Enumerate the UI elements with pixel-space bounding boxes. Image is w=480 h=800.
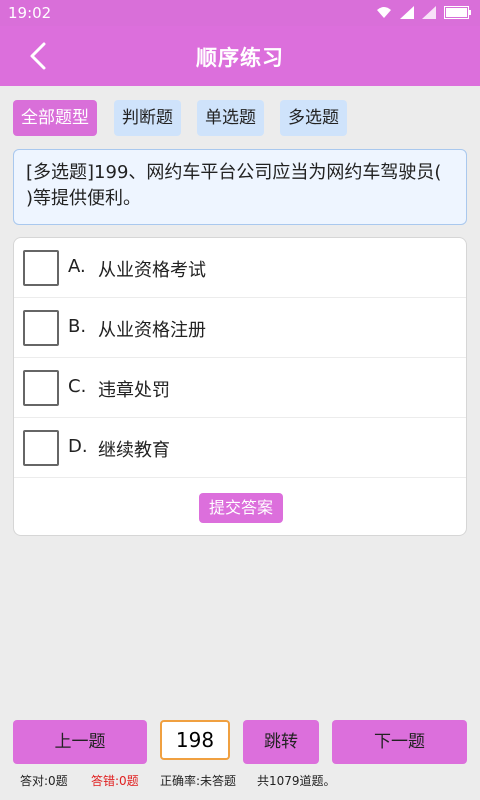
filter-multiple-choice[interactable]: 多选题 [280,100,347,136]
next-question-button[interactable]: 下一题 [332,720,467,764]
signal-icon [400,6,414,19]
total-questions: 共1079道题。 [257,774,336,788]
wrong-count: 答错:0题 [91,774,139,788]
filter-true-false[interactable]: 判断题 [114,100,181,136]
question-text: [多选题]199、网约车平台公司应当为网约车驾驶员( )等提供便利。 [13,149,467,225]
option-key: B. [68,316,87,337]
jump-button[interactable]: 跳转 [243,720,319,764]
accuracy-rate: 正确率:未答题 [160,774,237,788]
option-d[interactable]: D. 继续教育 [14,418,466,478]
signal-icon [422,6,436,19]
options-panel: A. 从业资格考试 B. 从业资格注册 C. 违章处罚 D. 继续教育 提交答案 [13,237,467,536]
battery-icon [444,6,471,19]
checkbox[interactable] [23,370,59,406]
option-a[interactable]: A. 从业资格考试 [14,238,466,298]
option-label: 从业资格注册 [98,320,206,341]
status-icons [376,6,472,19]
correct-count: 答对:0题 [20,774,68,788]
option-c[interactable]: C. 违章处罚 [14,358,466,418]
prev-question-button[interactable]: 上一题 [13,720,147,764]
status-bar: 19:02 [0,0,480,26]
option-label: 从业资格考试 [98,260,206,281]
option-key: C. [68,376,87,397]
option-b[interactable]: B. 从业资格注册 [14,298,466,358]
question-number-input[interactable] [160,720,230,760]
option-label: 继续教育 [98,440,170,461]
filter-single-choice[interactable]: 单选题 [197,100,264,136]
checkbox[interactable] [23,430,59,466]
checkbox[interactable] [23,250,59,286]
option-key: D. [68,436,88,457]
app-bar: 顺序练习 [0,26,480,86]
clock-time: 19:02 [8,4,52,22]
option-key: A. [68,256,86,277]
page-title: 顺序练习 [196,46,284,70]
filter-all-types[interactable]: 全部题型 [13,100,97,136]
option-label: 违章处罚 [98,380,170,401]
submit-answer-button[interactable]: 提交答案 [199,493,283,523]
checkbox[interactable] [23,310,59,346]
wifi-icon [377,7,391,18]
